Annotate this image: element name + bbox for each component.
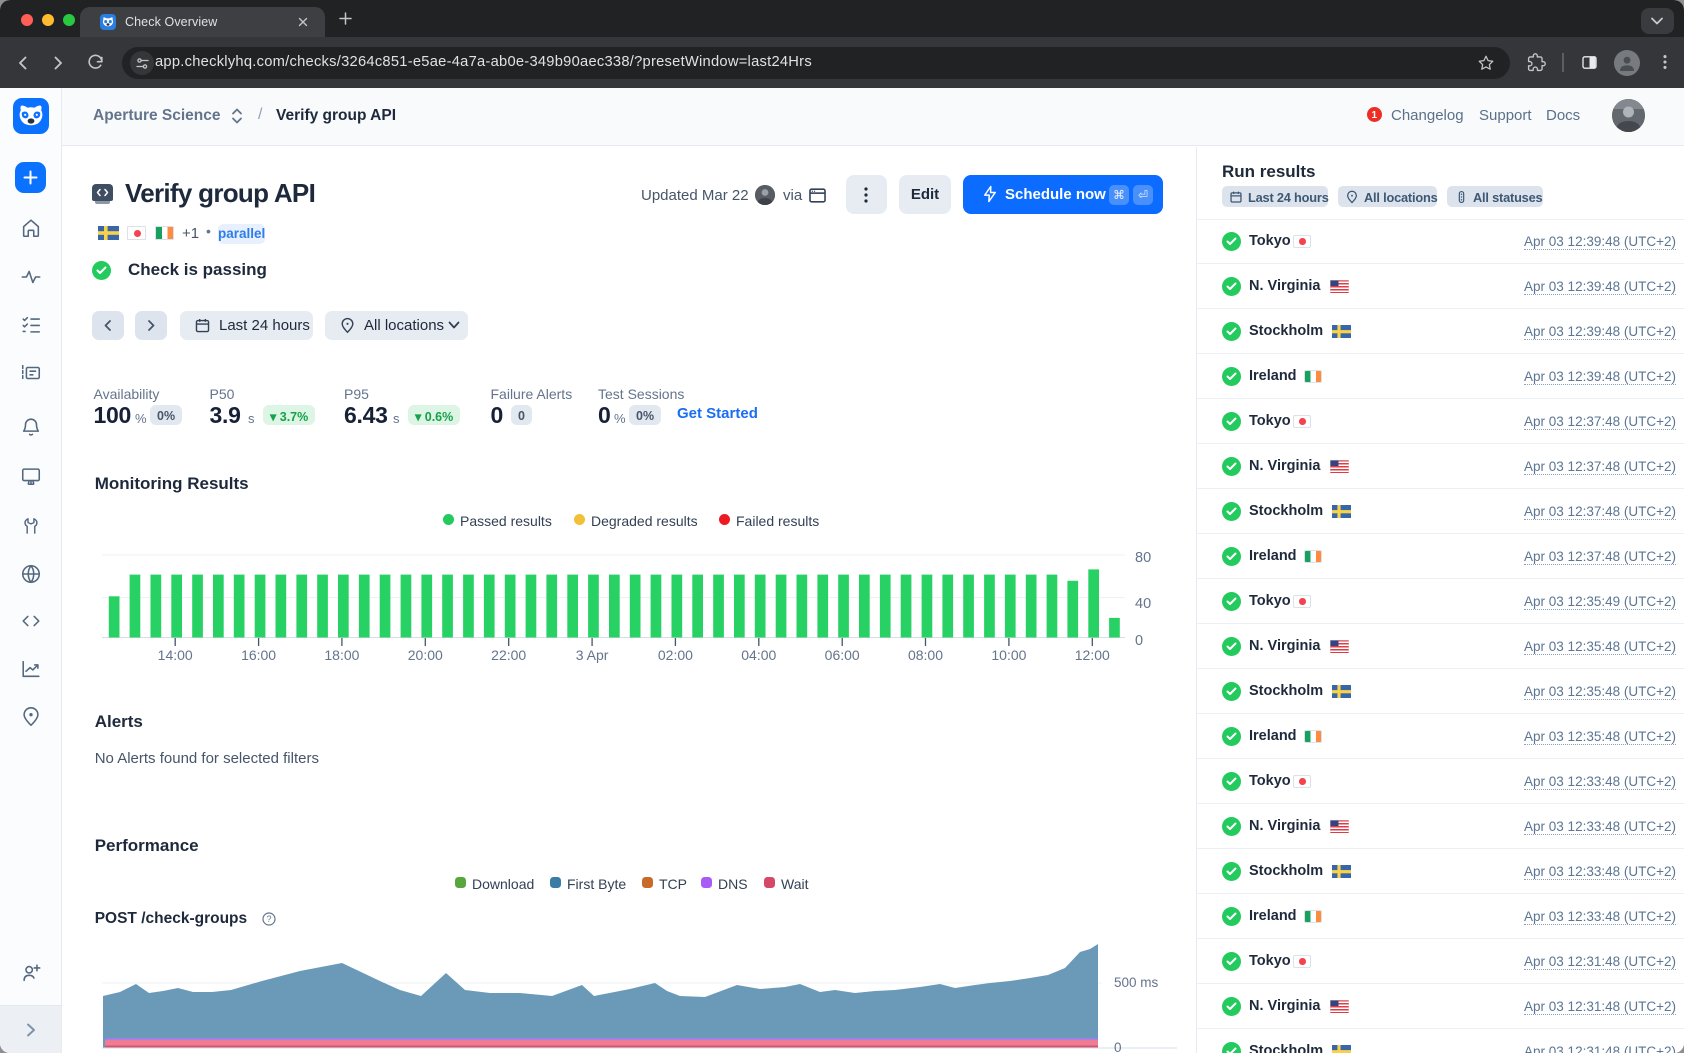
svg-text:3 Apr: 3 Apr — [576, 647, 609, 663]
svg-text:10:00: 10:00 — [991, 647, 1026, 663]
svg-text:16:00: 16:00 — [241, 647, 276, 663]
svg-text:22:00: 22:00 — [491, 647, 526, 663]
svg-text:14:00: 14:00 — [158, 647, 193, 663]
svg-text:0: 0 — [1114, 1040, 1122, 1053]
svg-text:0: 0 — [1135, 633, 1143, 649]
svg-text:?: ? — [266, 914, 271, 924]
svg-text:06:00: 06:00 — [825, 647, 860, 663]
svg-text:18:00: 18:00 — [324, 647, 359, 663]
svg-text:500 ms: 500 ms — [1114, 975, 1159, 990]
svg-text:08:00: 08:00 — [908, 647, 943, 663]
svg-text:04:00: 04:00 — [741, 647, 776, 663]
svg-text:02:00: 02:00 — [658, 647, 693, 663]
svg-text:40: 40 — [1135, 596, 1151, 612]
svg-text:12:00: 12:00 — [1075, 647, 1110, 663]
svg-text:20:00: 20:00 — [408, 647, 443, 663]
svg-text:80: 80 — [1135, 550, 1151, 566]
